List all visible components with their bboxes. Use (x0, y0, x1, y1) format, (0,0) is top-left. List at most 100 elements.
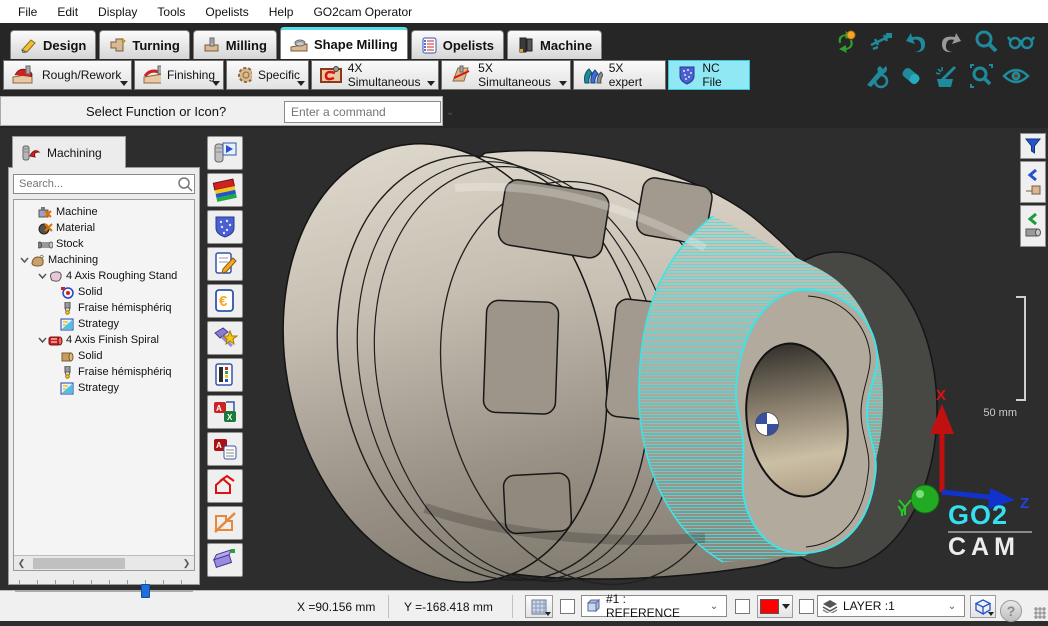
simulation-play-button[interactable] (207, 136, 243, 170)
reference-combobox[interactable]: #1 : REFERENCE ⌄ (581, 595, 727, 617)
cost-document-button[interactable]: € (207, 284, 243, 318)
machining-tree: Machine Material Stock Machining 4 Axis … (13, 199, 195, 571)
tree-item-material[interactable]: Material (14, 220, 194, 236)
layer-visibility-checkbox[interactable] (799, 599, 814, 614)
command-input[interactable] (285, 105, 446, 119)
tab-milling[interactable]: Milling (193, 30, 277, 59)
layer-combobox[interactable]: LAYER :1 ⌄ (817, 595, 965, 617)
button-label: Finishing (167, 68, 215, 82)
contour-toggle-button[interactable] (207, 506, 243, 540)
visibility-eye-icon[interactable] (1002, 63, 1030, 89)
tree-item-solid[interactable]: Solid (14, 348, 194, 364)
undo-icon[interactable] (902, 29, 930, 55)
search-box[interactable] (13, 174, 195, 194)
expand-chevron-icon[interactable] (18, 256, 30, 264)
tab-turning[interactable]: Turning (99, 30, 189, 59)
gear-icon (235, 65, 252, 85)
five-x-expert-button[interactable]: 5X expert (573, 60, 666, 90)
tree-item-op-roughing[interactable]: 4 Axis Roughing Stand (14, 268, 194, 284)
menu-go2cam-operator[interactable]: GO2cam Operator (303, 2, 422, 22)
datum-ball (756, 413, 779, 436)
filter-button[interactable] (1020, 133, 1046, 159)
reference-visibility-checkbox[interactable] (560, 599, 575, 614)
tab-design[interactable]: Design (10, 30, 96, 59)
report-document-button[interactable] (207, 358, 243, 392)
tree-item-machining[interactable]: Machining (14, 252, 194, 268)
menu-tools[interactable]: Tools (147, 2, 195, 22)
tab-opelists[interactable]: Opelists (411, 30, 504, 59)
zoom-region-icon[interactable] (967, 63, 995, 89)
machining-panel-tab[interactable]: Machining (12, 136, 126, 168)
help-button[interactable]: ? (1000, 595, 1022, 626)
scroll-left-arrow-icon[interactable]: ❮ (14, 556, 29, 571)
add-solid-button[interactable] (207, 543, 243, 577)
previous-stock-button[interactable] (1020, 205, 1046, 247)
chevron-down-icon[interactable]: ⌄ (446, 107, 454, 118)
tab-label: Machine (540, 38, 592, 53)
color-swatch-button[interactable] (757, 595, 793, 618)
glasses-view-icon[interactable] (1007, 29, 1035, 55)
axis-y-ball (911, 485, 939, 513)
menu-opelists[interactable]: Opelists (195, 2, 258, 22)
chevron-left-green-icon (1026, 213, 1040, 225)
command-combobox[interactable]: ⌄ (284, 101, 441, 123)
five-x-simultaneous-button[interactable]: 5X Simultaneous (441, 60, 571, 90)
tree-item-stock[interactable]: Stock (14, 236, 194, 252)
caliper-measure-icon[interactable] (867, 29, 895, 55)
previous-part-button[interactable] (1020, 161, 1046, 203)
finishing-button[interactable]: Finishing (134, 60, 224, 90)
four-x-simultaneous-button[interactable]: 4X Simultaneous (311, 60, 439, 90)
home-views-button[interactable] (207, 469, 243, 503)
eraser-icon[interactable] (897, 63, 925, 89)
tree-item-machine[interactable]: Machine (14, 204, 194, 220)
grid-toggle-button[interactable] (525, 595, 553, 618)
zoom-icon[interactable] (972, 29, 1000, 55)
resize-grip[interactable] (1034, 607, 1046, 619)
chevron-down-icon[interactable]: ⌄ (706, 601, 722, 612)
menu-file[interactable]: File (8, 2, 47, 22)
finish-operation-icon (48, 334, 63, 347)
tree-zoom-slider[interactable] (13, 576, 195, 600)
tree-horizontal-scrollbar[interactable]: ❮ ❯ (14, 555, 194, 570)
menu-display[interactable]: Display (88, 2, 147, 22)
specific-button[interactable]: Specific (226, 60, 309, 90)
reference-cube-icon (586, 599, 601, 613)
dropdown-arrow-icon (120, 81, 128, 86)
tree-item-tool[interactable]: Fraise hémisphériq (14, 364, 194, 380)
tools-settings-icon[interactable] (862, 63, 890, 89)
view-cube-button[interactable] (970, 595, 996, 618)
edit-document-button[interactable] (207, 247, 243, 281)
tree-item-op-finish[interactable]: 4 Axis Finish Spiral (14, 332, 194, 348)
scroll-right-arrow-icon[interactable]: ❯ (179, 556, 194, 571)
magic-wand-icon[interactable] (932, 63, 960, 89)
tab-machine[interactable]: Machine (507, 30, 602, 59)
tab-shape-milling[interactable]: Shape Milling (280, 27, 408, 59)
sync-refresh-icon[interactable] (832, 29, 860, 55)
scrollbar-thumb[interactable] (33, 558, 125, 569)
material-rendering-button[interactable] (207, 173, 243, 207)
turning-part-icon (109, 37, 127, 53)
color-apply-checkbox[interactable] (735, 599, 750, 614)
tree-item-solid[interactable]: Solid (14, 284, 194, 300)
rough-rework-button[interactable]: Rough/Rework (3, 60, 132, 90)
wizard-wand-button[interactable] (207, 321, 243, 355)
tree-item-strategy[interactable]: Strategy (14, 380, 194, 396)
slider-handle[interactable] (141, 584, 150, 598)
chevron-down-icon[interactable]: ⌄ (944, 601, 960, 612)
expand-chevron-icon[interactable] (36, 336, 48, 344)
nc-file-button[interactable]: NC File (668, 60, 750, 90)
dropdown-arrow-icon (427, 81, 435, 86)
menu-edit[interactable]: Edit (47, 2, 88, 22)
search-input[interactable] (14, 178, 176, 190)
redo-icon[interactable] (937, 29, 965, 55)
tree-item-tool[interactable]: Fraise hémisphériq (14, 300, 194, 316)
menu-help[interactable]: Help (259, 2, 304, 22)
go2cam-logo: GO2 CAM (948, 502, 1036, 560)
pdf-export-button[interactable]: A (207, 432, 243, 466)
viewport-3d-canvas[interactable] (245, 128, 1020, 590)
tree-item-strategy[interactable]: Strategy (14, 316, 194, 332)
pdf-excel-export-button[interactable]: AX (207, 395, 243, 429)
expand-chevron-icon[interactable] (36, 272, 48, 280)
slider-track[interactable] (15, 590, 193, 592)
nc-shield-button[interactable] (207, 210, 243, 244)
